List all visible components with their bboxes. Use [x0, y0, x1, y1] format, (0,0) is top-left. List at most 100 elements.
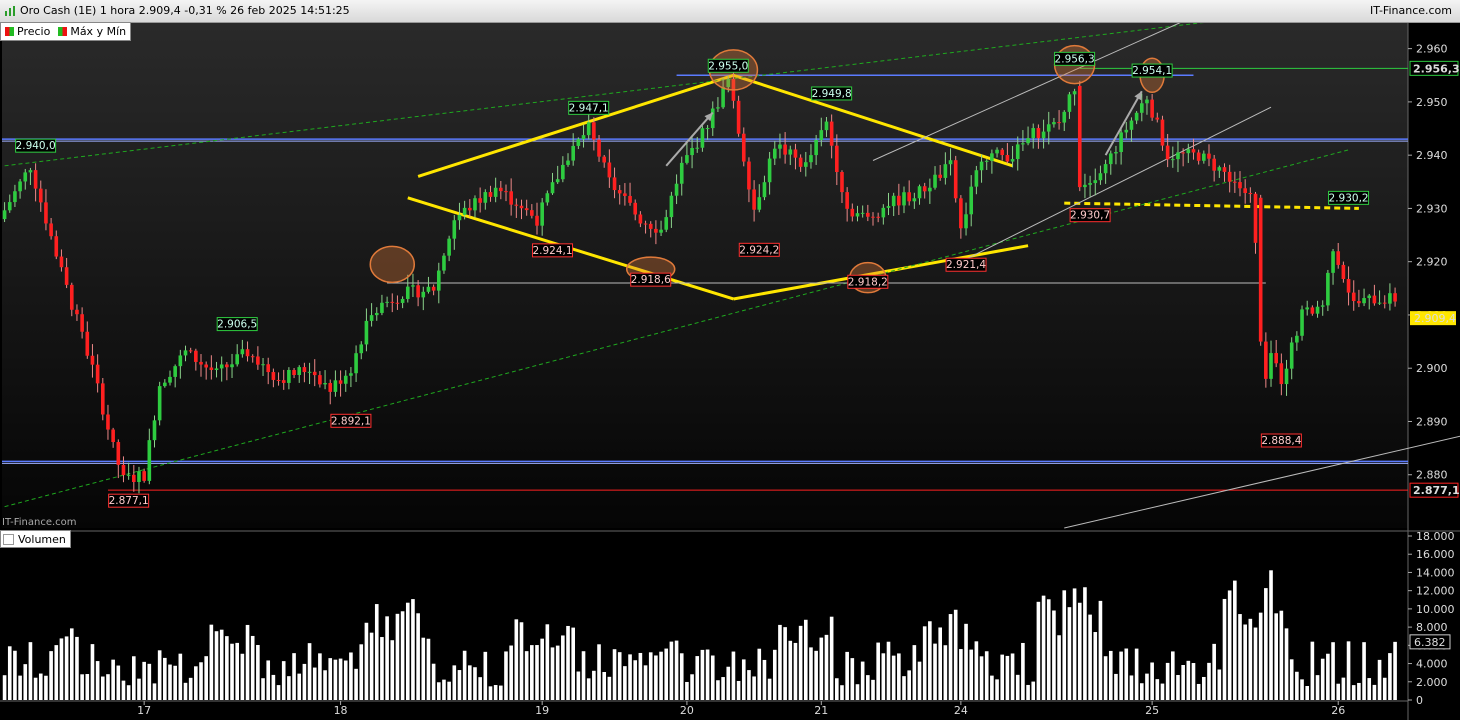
volume-bar	[49, 651, 53, 700]
volume-bar	[80, 674, 84, 700]
price-tick-label: 2.890	[1416, 415, 1448, 428]
candle-body	[1067, 94, 1072, 112]
candle-body	[1300, 309, 1304, 336]
candle-body	[478, 198, 482, 203]
candle-body	[1108, 153, 1113, 165]
volume-bar	[772, 649, 777, 700]
volume-bar	[1331, 642, 1335, 700]
candle-body	[835, 145, 839, 173]
candle-body	[1145, 99, 1149, 104]
candle-body	[188, 350, 193, 352]
volume-bar	[716, 680, 720, 700]
volume-bar	[1176, 674, 1180, 700]
candle-body	[664, 217, 669, 230]
candle-body	[964, 214, 968, 229]
volume-bar	[1124, 648, 1129, 700]
candle-body	[369, 315, 374, 321]
candle-body	[1269, 353, 1273, 379]
candle-body	[261, 364, 265, 366]
volume-bar	[1305, 686, 1310, 700]
volume-bar	[819, 637, 824, 700]
volume-bar	[509, 645, 513, 700]
volume-tick-label: 8.000	[1416, 621, 1448, 634]
candle-body	[643, 223, 648, 225]
volume-bar	[1227, 590, 1232, 700]
candle-body	[592, 122, 596, 140]
candle-body	[1326, 272, 1330, 306]
candle-body	[747, 161, 751, 190]
candle-body	[783, 144, 787, 155]
volume-bar	[540, 638, 544, 700]
candle-body	[1124, 129, 1129, 133]
volume-bar	[922, 626, 927, 700]
volume-bar	[674, 640, 679, 700]
volume-bar	[886, 641, 891, 700]
volume-bar	[245, 624, 250, 700]
volume-bar	[369, 632, 374, 700]
candle-body	[1103, 164, 1108, 174]
candle-body	[1331, 251, 1335, 273]
volume-bar	[380, 637, 384, 700]
volume-bar	[168, 664, 172, 700]
volume-bar	[64, 636, 69, 700]
candle-body	[1196, 152, 1201, 161]
value-label: 2.956,3	[1055, 53, 1095, 65]
volume-bar	[395, 613, 400, 700]
volume-bars	[2, 570, 1397, 700]
x-tick-label: 24	[954, 704, 968, 717]
volume-bar	[902, 676, 906, 700]
candle-body	[803, 162, 808, 167]
candle-body	[152, 420, 157, 441]
candle-body	[1212, 158, 1216, 171]
candle-body	[1346, 278, 1351, 293]
x-tick-label: 25	[1145, 704, 1159, 717]
candle-body	[230, 364, 234, 368]
volume-bar	[1005, 655, 1010, 700]
volume-bar	[354, 668, 358, 700]
volume-bar	[400, 611, 405, 700]
volume-legend[interactable]: Volumen	[0, 530, 71, 548]
volume-bar	[979, 656, 984, 700]
volume-bar	[788, 640, 793, 700]
candle-body	[488, 192, 493, 197]
volume-bar	[147, 663, 152, 700]
volume-bar	[1253, 627, 1258, 700]
legend-maxmin[interactable]: Máx y Mín	[54, 25, 130, 38]
candle-body	[860, 212, 865, 214]
candle-body	[1222, 167, 1227, 172]
candle-body	[1388, 293, 1392, 304]
volume-bar	[897, 653, 901, 700]
candle-body	[721, 87, 725, 108]
candle-body	[917, 186, 922, 199]
candle-body	[576, 139, 581, 146]
volume-bar	[447, 681, 451, 700]
price-volume-chart: 2.940,0 2.906,5 2.947,1 2.955,0 2.949,8 2.956…	[0, 10, 1460, 720]
candle-body	[1134, 112, 1139, 121]
candle-body	[974, 170, 979, 187]
volume-tick-label: 4.000	[1416, 658, 1448, 671]
candle-body	[183, 350, 188, 356]
candle-body	[137, 471, 141, 483]
candle-body	[59, 256, 64, 268]
volume-bar	[318, 653, 322, 700]
volume-bar	[266, 660, 271, 700]
volume-bar	[1367, 678, 1372, 700]
candle-body	[504, 191, 508, 193]
candle-body	[659, 229, 663, 233]
volume-bar	[1326, 653, 1330, 700]
candle-body	[452, 220, 457, 239]
volume-bar	[1320, 658, 1325, 700]
volume-bar	[1062, 590, 1067, 700]
volume-bar	[519, 622, 524, 700]
volume-bar	[250, 635, 255, 700]
candle-body	[318, 375, 322, 385]
candle-body	[13, 191, 17, 203]
volume-bar	[33, 677, 38, 700]
candle-body	[654, 228, 658, 233]
volume-bar	[121, 680, 126, 700]
candle-body	[126, 474, 131, 476]
legend-price[interactable]: Precio	[1, 25, 54, 38]
candle-body	[281, 380, 286, 383]
volume-bar	[1212, 643, 1216, 700]
volume-bar	[741, 659, 746, 700]
